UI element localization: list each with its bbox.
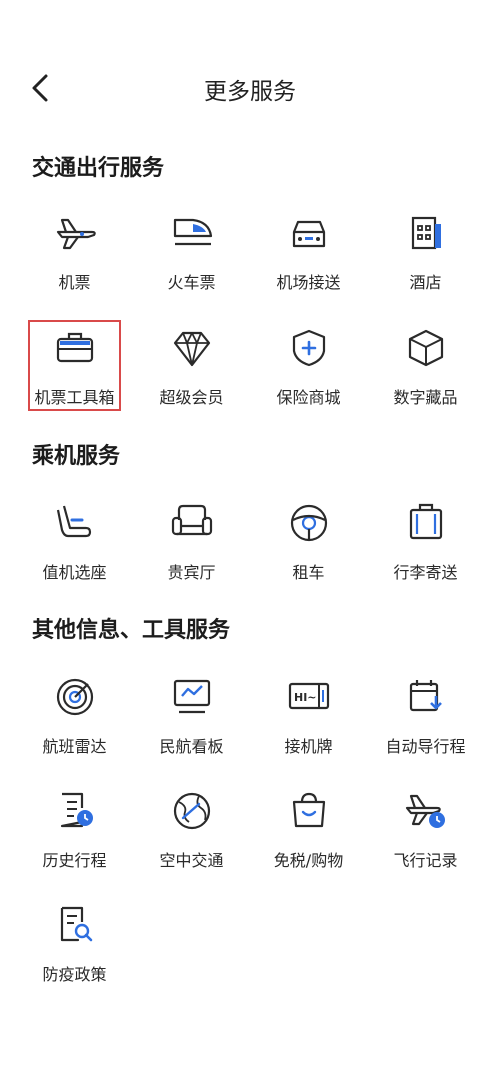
- service-auto-import-itinerary[interactable]: 自动导行程: [363, 674, 488, 769]
- item-label: 免税/购物: [273, 851, 344, 870]
- diamond-icon: [173, 331, 211, 367]
- calendar-import-icon: [409, 680, 442, 712]
- service-duty-free-shopping[interactable]: 免税/购物: [246, 788, 371, 883]
- train-icon: [173, 218, 213, 246]
- item-label: 值机选座: [42, 563, 107, 582]
- plane-icon: [56, 218, 96, 250]
- item-label: 酒店: [409, 273, 442, 292]
- sofa-icon: [171, 504, 213, 536]
- shield-plus-icon: [292, 329, 326, 367]
- seat-icon: [56, 505, 92, 538]
- top-bar: 更多服务: [0, 58, 500, 118]
- service-airport-transfer[interactable]: 机场接送: [246, 210, 371, 305]
- service-flight-ticket[interactable]: 机票: [12, 210, 137, 305]
- item-label: 超级会员: [159, 388, 224, 407]
- service-epidemic-policy[interactable]: 防疫政策: [12, 902, 137, 997]
- steering-wheel-icon: [290, 504, 328, 542]
- section-title-transport: 交通出行服务: [32, 156, 165, 181]
- globe-plane-icon: [173, 792, 211, 830]
- pickup-sign-icon: HI~: [288, 682, 330, 710]
- radar-icon: [56, 678, 94, 716]
- svg-text:HI~: HI~: [294, 691, 317, 704]
- item-label: 租车: [292, 563, 325, 582]
- service-luggage-delivery[interactable]: 行李寄送: [363, 500, 488, 595]
- item-label: 飞行记录: [393, 851, 458, 870]
- item-label: 航班雷达: [42, 737, 107, 756]
- hotel-icon: [411, 216, 441, 250]
- service-flight-radar[interactable]: 航班雷达: [12, 674, 137, 769]
- item-label: 民航看板: [159, 737, 224, 756]
- service-trip-history[interactable]: 历史行程: [12, 788, 137, 883]
- service-vip-lounge[interactable]: 贵宾厅: [129, 500, 254, 595]
- service-flight-records[interactable]: 飞行记录: [363, 788, 488, 883]
- item-label: 历史行程: [42, 851, 107, 870]
- service-pickup-sign[interactable]: HI~ 接机牌: [246, 674, 371, 769]
- document-search-icon: [60, 906, 93, 942]
- service-aviation-dashboard[interactable]: 民航看板: [129, 674, 254, 769]
- item-label: 保险商城: [276, 388, 341, 407]
- cube-icon: [408, 329, 444, 367]
- service-check-in-seat[interactable]: 值机选座: [12, 500, 137, 595]
- item-label: 机票: [58, 273, 91, 292]
- item-label: 空中交通: [159, 851, 224, 870]
- item-label: 火车票: [167, 273, 216, 292]
- service-flight-toolbox[interactable]: 机票工具箱: [12, 325, 137, 420]
- plane-clock-icon: [405, 794, 445, 828]
- service-digital-collectibles[interactable]: 数字藏品: [363, 325, 488, 420]
- shopping-bag-icon: [292, 792, 326, 828]
- service-hotel[interactable]: 酒店: [363, 210, 488, 305]
- luggage-icon: [409, 503, 443, 540]
- item-label: 贵宾厅: [167, 563, 216, 582]
- briefcase-icon: [56, 332, 94, 363]
- item-label: 防疫政策: [42, 965, 107, 984]
- car-icon: [292, 220, 326, 248]
- service-air-traffic[interactable]: 空中交通: [129, 788, 254, 883]
- monitor-chart-icon: [173, 679, 211, 714]
- document-clock-icon: [60, 792, 93, 828]
- item-label: 自动导行程: [385, 737, 466, 756]
- item-label: 接机牌: [284, 737, 333, 756]
- item-label: 机票工具箱: [34, 388, 115, 407]
- page-title: 更多服务: [204, 79, 296, 105]
- item-label: 数字藏品: [393, 388, 458, 407]
- item-label: 机场接送: [276, 273, 341, 292]
- service-super-member[interactable]: 超级会员: [129, 325, 254, 420]
- item-label: 行李寄送: [393, 563, 458, 582]
- service-car-rental[interactable]: 租车: [246, 500, 371, 595]
- section-title-other-tools: 其他信息、工具服务: [32, 618, 231, 643]
- service-insurance-mall[interactable]: 保险商城: [246, 325, 371, 420]
- service-train-ticket[interactable]: 火车票: [129, 210, 254, 305]
- section-title-flight-services: 乘机服务: [32, 444, 121, 469]
